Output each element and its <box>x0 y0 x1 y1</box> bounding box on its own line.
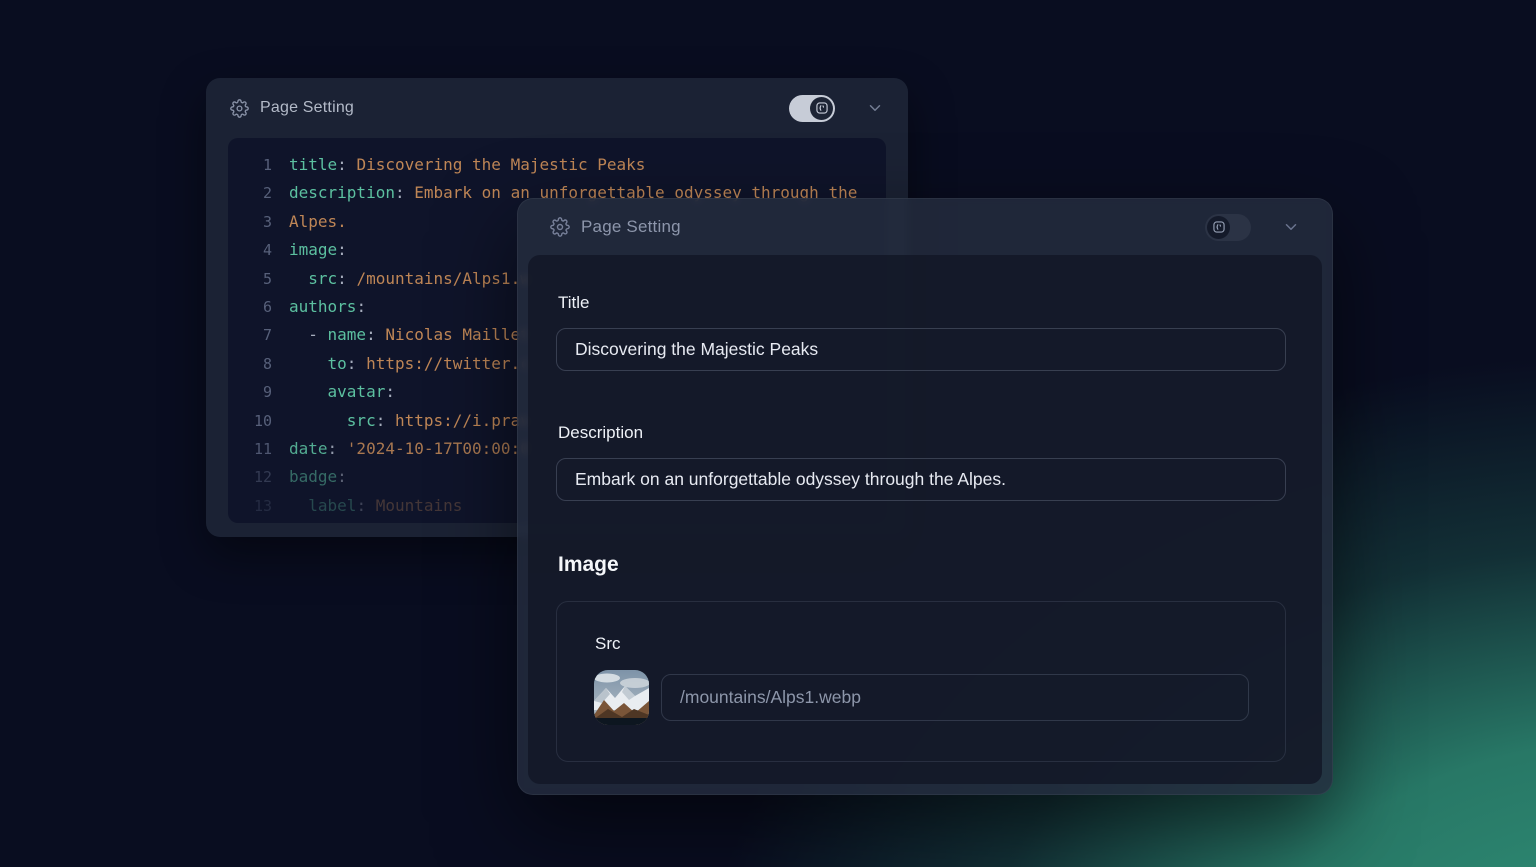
panel-title: Page Setting <box>260 99 354 117</box>
toggle-knob <box>1207 216 1230 239</box>
code-text: title: Discovering the Majestic Peaks <box>289 151 645 179</box>
code-icon <box>1212 220 1226 234</box>
mountain-photo <box>594 670 649 725</box>
code-view-toggle[interactable] <box>1205 214 1251 241</box>
code-text: avatar: <box>289 378 395 406</box>
gear-icon <box>230 99 249 118</box>
code-text: authors: <box>289 293 366 321</box>
code-text: to: https://twitter.c <box>289 350 530 378</box>
title-field-label: Title <box>558 293 1286 313</box>
code-text: src: /mountains/Alps1.w <box>289 265 530 293</box>
code-text: src: https://i.prav <box>289 407 530 435</box>
src-field-label: Src <box>595 634 1249 654</box>
image-section-heading: Image <box>558 553 1286 577</box>
code-text: image: <box>289 236 347 264</box>
form-content: Title Description Image Src <box>528 255 1322 784</box>
code-view-toggle[interactable] <box>789 95 835 122</box>
line-number: 6 <box>242 293 272 321</box>
code-text: date: '2024-10-17T00:00:0 <box>289 435 530 463</box>
line-number: 13 <box>242 492 272 520</box>
src-input[interactable] <box>661 674 1249 721</box>
gear-icon <box>550 217 570 237</box>
form-panel-header: Page Setting <box>518 199 1332 255</box>
line-number: 12 <box>242 463 272 491</box>
form-settings-panel: Page Setting Title Description Image Src <box>517 198 1333 795</box>
image-section-card: Src <box>556 601 1286 762</box>
src-row <box>594 670 1249 725</box>
line-number: 9 <box>242 378 272 406</box>
code-icon <box>815 101 829 115</box>
line-number: 10 <box>242 407 272 435</box>
code-text: label: Mountains <box>289 492 462 520</box>
image-thumbnail[interactable] <box>594 670 649 725</box>
line-number: 8 <box>242 350 272 378</box>
code-text: Alpes. <box>289 208 347 236</box>
line-number: 11 <box>242 435 272 463</box>
line-number: 7 <box>242 321 272 349</box>
panel-title: Page Setting <box>581 217 681 237</box>
toggle-knob <box>810 97 833 120</box>
code-text: - name: Nicolas Maillet <box>289 321 530 349</box>
code-text: badge: <box>289 463 347 491</box>
line-number: 1 <box>242 151 272 179</box>
line-number: 3 <box>242 208 272 236</box>
line-number: 5 <box>242 265 272 293</box>
line-number: 2 <box>242 179 272 207</box>
code-line: 1 title: Discovering the Majestic Peaks <box>242 151 886 179</box>
chevron-down-icon[interactable] <box>866 99 884 117</box>
description-input[interactable] <box>556 458 1286 501</box>
chevron-down-icon[interactable] <box>1282 218 1300 236</box>
line-number: 4 <box>242 236 272 264</box>
description-field-label: Description <box>558 423 1286 443</box>
title-input[interactable] <box>556 328 1286 371</box>
yaml-panel-header: Page Setting <box>206 78 908 138</box>
